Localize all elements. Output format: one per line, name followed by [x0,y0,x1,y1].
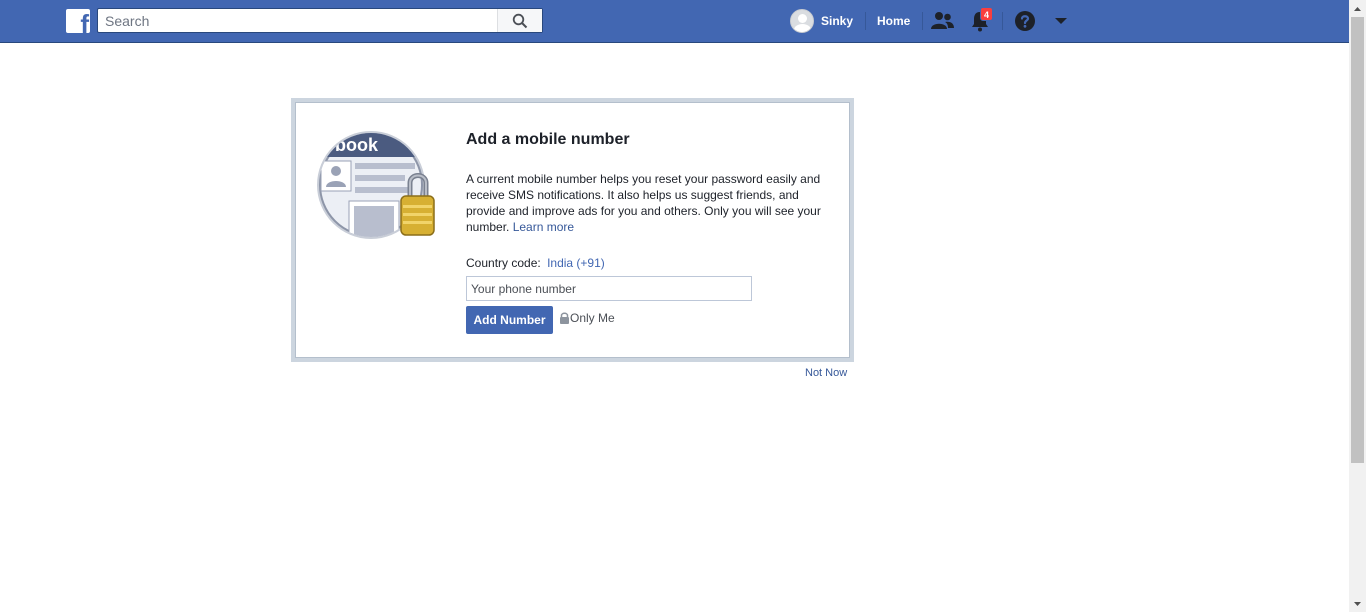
search-input[interactable] [98,9,498,32]
scroll-up-arrow-icon[interactable] [1349,0,1366,17]
add-number-button[interactable]: Add Number [466,306,553,334]
not-now-link[interactable]: Not Now [805,367,847,379]
add-mobile-number-card: book Add a mobile number A current mobil… [291,98,854,362]
vertical-scrollbar[interactable] [1349,0,1366,612]
help-icon [1015,11,1035,31]
logo-letter: f [80,9,89,33]
lock-icon [560,312,569,324]
privacy-label: Only Me [570,311,615,325]
illustration-wordmark: book [335,135,379,155]
scroll-down-arrow-icon[interactable] [1349,595,1366,612]
help-button[interactable] [1012,9,1038,33]
search-icon [512,13,528,28]
search-box [97,8,543,33]
friend-requests-icon [931,12,954,29]
profile-link[interactable]: Sinky [790,8,853,34]
search-button[interactable] [497,9,542,32]
card-description: A current mobile number helps you reset … [466,171,831,235]
user-name: Sinky [821,14,854,28]
privacy-selector[interactable]: Only Me [559,311,615,325]
country-code-label: Country code: [466,256,541,270]
card-title: Add a mobile number [466,131,630,148]
phone-security-illustration: book [317,131,435,239]
learn-more-link[interactable]: Learn more [513,220,574,234]
nav-divider [922,12,923,30]
account-menu-button[interactable] [1048,9,1074,33]
account-menu-caret-icon [1055,18,1067,24]
scrollbar-thumb[interactable] [1351,17,1364,463]
avatar [790,9,814,33]
friend-requests-button[interactable] [930,9,956,33]
facebook-logo-icon[interactable]: f [66,9,90,33]
top-navigation-bar: f Sinky Home 4 [0,0,1349,43]
nav-divider [1002,12,1003,30]
notifications-badge: 4 [980,7,993,21]
notifications-button[interactable]: 4 [967,7,993,33]
nav-divider [865,12,866,30]
country-code-selector[interactable]: India (+91) [547,256,605,270]
home-link[interactable]: Home [877,14,910,28]
country-code-row: Country code: India (+91) [466,256,605,270]
phone-number-input[interactable] [466,276,752,301]
